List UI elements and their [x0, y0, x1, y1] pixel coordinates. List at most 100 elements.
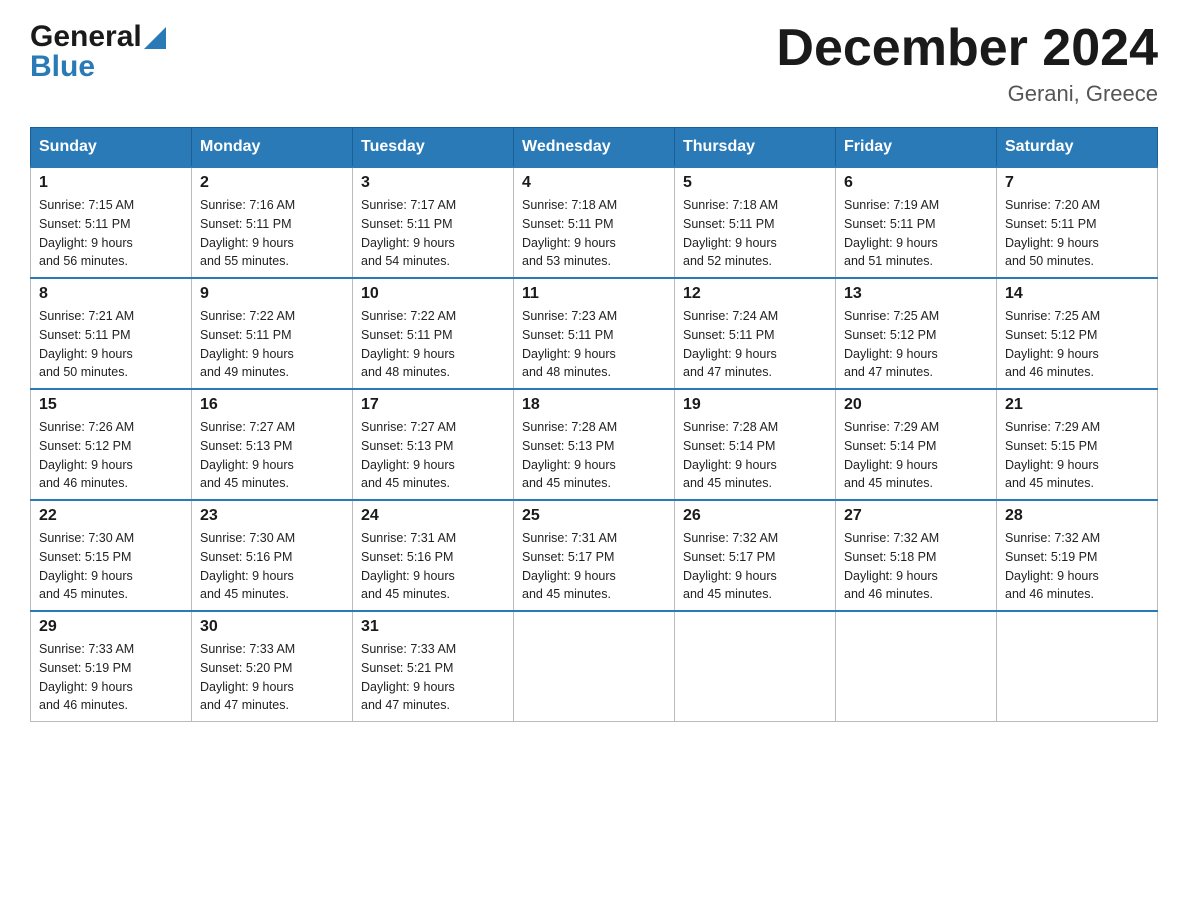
day-number: 28: [1005, 507, 1149, 525]
day-info: Sunrise: 7:17 AMSunset: 5:11 PMDaylight:…: [361, 196, 505, 271]
calendar-cell: 16Sunrise: 7:27 AMSunset: 5:13 PMDayligh…: [192, 389, 353, 500]
day-info: Sunrise: 7:32 AMSunset: 5:18 PMDaylight:…: [844, 529, 988, 604]
day-number: 24: [361, 507, 505, 525]
day-number: 16: [200, 396, 344, 414]
calendar-cell: 14 Sunrise: 7:25 AMSunset: 5:12 PMDayligh…: [997, 278, 1158, 389]
col-wednesday: Wednesday: [514, 128, 675, 168]
day-number: 19: [683, 396, 827, 414]
calendar-cell: 2 Sunrise: 7:16 AMSunset: 5:11 PMDaylight…: [192, 167, 353, 278]
col-sunday: Sunday: [31, 128, 192, 168]
day-info: Sunrise: 7:30 AMSunset: 5:16 PMDaylight:…: [200, 529, 344, 604]
day-number: 20: [844, 396, 988, 414]
day-number: 31: [361, 618, 505, 636]
title-area: December 2024 Gerani, Greece: [776, 20, 1158, 107]
day-number: 10: [361, 285, 505, 303]
calendar-cell: [997, 611, 1158, 722]
calendar-week-2: 8Sunrise: 7:21 AMSunset: 5:11 PMDaylight…: [31, 278, 1158, 389]
day-info: Sunrise: 7:33 AMSunset: 5:19 PMDaylight:…: [39, 640, 183, 715]
calendar-cell: 28 Sunrise: 7:32 AMSunset: 5:19 PMDayligh…: [997, 500, 1158, 611]
day-info: Sunrise: 7:26 AMSunset: 5:12 PMDaylight:…: [39, 418, 183, 493]
day-info: Sunrise: 7:32 AMSunset: 5:19 PMDaylight:…: [1005, 529, 1149, 604]
calendar-cell: 27Sunrise: 7:32 AMSunset: 5:18 PMDayligh…: [836, 500, 997, 611]
calendar-week-5: 29 Sunrise: 7:33 AMSunset: 5:19 PMDayligh…: [31, 611, 1158, 722]
calendar-cell: 12Sunrise: 7:24 AMSunset: 5:11 PMDayligh…: [675, 278, 836, 389]
calendar-cell: 23 Sunrise: 7:30 AMSunset: 5:16 PMDayligh…: [192, 500, 353, 611]
calendar-cell: 19 Sunrise: 7:28 AMSunset: 5:14 PMDayligh…: [675, 389, 836, 500]
day-number: 14: [1005, 285, 1149, 303]
calendar-cell: 31Sunrise: 7:33 AMSunset: 5:21 PMDayligh…: [353, 611, 514, 722]
calendar-body: 1Sunrise: 7:15 AMSunset: 5:11 PMDaylight…: [31, 167, 1158, 722]
day-number: 23: [200, 507, 344, 525]
day-info: Sunrise: 7:25 AMSunset: 5:12 PMDaylight:…: [1005, 307, 1149, 382]
day-number: 18: [522, 396, 666, 414]
day-info: Sunrise: 7:28 AMSunset: 5:13 PMDaylight:…: [522, 418, 666, 493]
day-info: Sunrise: 7:15 AMSunset: 5:11 PMDaylight:…: [39, 196, 183, 271]
calendar-cell: [675, 611, 836, 722]
calendar-cell: 9 Sunrise: 7:22 AMSunset: 5:11 PMDaylight…: [192, 278, 353, 389]
calendar-cell: 30Sunrise: 7:33 AMSunset: 5:20 PMDayligh…: [192, 611, 353, 722]
subtitle: Gerani, Greece: [776, 81, 1158, 107]
logo: General Blue: [30, 20, 166, 84]
day-number: 3: [361, 174, 505, 192]
main-title: December 2024: [776, 20, 1158, 77]
calendar-cell: 18 Sunrise: 7:28 AMSunset: 5:13 PMDayligh…: [514, 389, 675, 500]
calendar-header: Sunday Monday Tuesday Wednesday Thursday…: [31, 128, 1158, 168]
day-number: 13: [844, 285, 988, 303]
calendar-cell: 3 Sunrise: 7:17 AMSunset: 5:11 PMDaylight…: [353, 167, 514, 278]
calendar-cell: 25Sunrise: 7:31 AMSunset: 5:17 PMDayligh…: [514, 500, 675, 611]
calendar-cell: 24 Sunrise: 7:31 AMSunset: 5:16 PMDayligh…: [353, 500, 514, 611]
calendar-cell: 17 Sunrise: 7:27 AMSunset: 5:13 PMDayligh…: [353, 389, 514, 500]
day-number: 30: [200, 618, 344, 636]
calendar-cell: 5 Sunrise: 7:18 AMSunset: 5:11 PMDaylight…: [675, 167, 836, 278]
calendar-table: Sunday Monday Tuesday Wednesday Thursday…: [30, 127, 1158, 722]
calendar-cell: 10 Sunrise: 7:22 AMSunset: 5:11 PMDayligh…: [353, 278, 514, 389]
calendar-cell: 15 Sunrise: 7:26 AMSunset: 5:12 PMDayligh…: [31, 389, 192, 500]
logo-triangle-icon: [144, 27, 166, 49]
calendar-week-1: 1Sunrise: 7:15 AMSunset: 5:11 PMDaylight…: [31, 167, 1158, 278]
col-thursday: Thursday: [675, 128, 836, 168]
day-info: Sunrise: 7:29 AMSunset: 5:15 PMDaylight:…: [1005, 418, 1149, 493]
calendar-cell: [836, 611, 997, 722]
day-info: Sunrise: 7:22 AMSunset: 5:11 PMDaylight:…: [200, 307, 344, 382]
day-info: Sunrise: 7:20 AMSunset: 5:11 PMDaylight:…: [1005, 196, 1149, 271]
calendar-cell: 13 Sunrise: 7:25 AMSunset: 5:12 PMDayligh…: [836, 278, 997, 389]
day-info: Sunrise: 7:27 AMSunset: 5:13 PMDaylight:…: [361, 418, 505, 493]
day-info: Sunrise: 7:24 AMSunset: 5:11 PMDaylight:…: [683, 307, 827, 382]
day-info: Sunrise: 7:18 AMSunset: 5:11 PMDaylight:…: [522, 196, 666, 271]
day-number: 4: [522, 174, 666, 192]
day-number: 6: [844, 174, 988, 192]
day-number: 26: [683, 507, 827, 525]
calendar-cell: 4 Sunrise: 7:18 AMSunset: 5:11 PMDaylight…: [514, 167, 675, 278]
day-number: 15: [39, 396, 183, 414]
day-info: Sunrise: 7:28 AMSunset: 5:14 PMDaylight:…: [683, 418, 827, 493]
calendar-cell: [514, 611, 675, 722]
day-number: 17: [361, 396, 505, 414]
calendar-cell: 8Sunrise: 7:21 AMSunset: 5:11 PMDaylight…: [31, 278, 192, 389]
day-info: Sunrise: 7:25 AMSunset: 5:12 PMDaylight:…: [844, 307, 988, 382]
calendar-cell: 21Sunrise: 7:29 AMSunset: 5:15 PMDayligh…: [997, 389, 1158, 500]
day-number: 7: [1005, 174, 1149, 192]
day-info: Sunrise: 7:31 AMSunset: 5:16 PMDaylight:…: [361, 529, 505, 604]
col-tuesday: Tuesday: [353, 128, 514, 168]
day-info: Sunrise: 7:19 AMSunset: 5:11 PMDaylight:…: [844, 196, 988, 271]
logo-general-text: General: [30, 20, 142, 54]
day-number: 22: [39, 507, 183, 525]
day-info: Sunrise: 7:16 AMSunset: 5:11 PMDaylight:…: [200, 196, 344, 271]
calendar-cell: 11Sunrise: 7:23 AMSunset: 5:11 PMDayligh…: [514, 278, 675, 389]
day-info: Sunrise: 7:29 AMSunset: 5:14 PMDaylight:…: [844, 418, 988, 493]
day-number: 5: [683, 174, 827, 192]
calendar-cell: 29 Sunrise: 7:33 AMSunset: 5:19 PMDayligh…: [31, 611, 192, 722]
calendar-cell: 26Sunrise: 7:32 AMSunset: 5:17 PMDayligh…: [675, 500, 836, 611]
header-row: Sunday Monday Tuesday Wednesday Thursday…: [31, 128, 1158, 168]
col-friday: Friday: [836, 128, 997, 168]
day-info: Sunrise: 7:22 AMSunset: 5:11 PMDaylight:…: [361, 307, 505, 382]
calendar-cell: 20 Sunrise: 7:29 AMSunset: 5:14 PMDayligh…: [836, 389, 997, 500]
calendar-week-4: 22Sunrise: 7:30 AMSunset: 5:15 PMDayligh…: [31, 500, 1158, 611]
day-number: 29: [39, 618, 183, 636]
page-header: General Blue December 2024 Gerani, Greec…: [30, 20, 1158, 107]
calendar-cell: 1Sunrise: 7:15 AMSunset: 5:11 PMDaylight…: [31, 167, 192, 278]
day-number: 9: [200, 285, 344, 303]
day-info: Sunrise: 7:18 AMSunset: 5:11 PMDaylight:…: [683, 196, 827, 271]
day-number: 2: [200, 174, 344, 192]
calendar-cell: 7 Sunrise: 7:20 AMSunset: 5:11 PMDaylight…: [997, 167, 1158, 278]
